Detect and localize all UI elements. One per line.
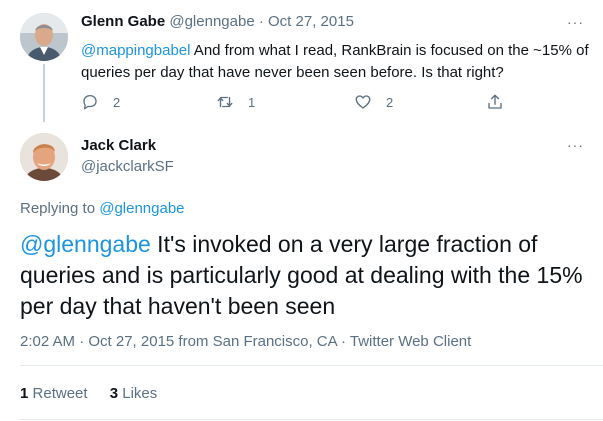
tweet-metadata[interactable]: 2:02 AM · Oct 27, 2015 from San Francisc… (20, 332, 471, 352)
reply-icon (83, 94, 97, 110)
avatar[interactable] (20, 133, 68, 181)
retweet-total: 1 (20, 385, 29, 402)
mention-link[interactable]: @glenngabe (20, 231, 151, 257)
avatar-image (20, 133, 68, 181)
retweet-button[interactable]: 1 (216, 92, 255, 112)
author-handle[interactable]: @glenngabe (169, 13, 254, 30)
tweet-date[interactable]: Oct 27, 2015 (268, 13, 354, 30)
replying-to: Replying to @glenngabe (20, 199, 185, 219)
like-button[interactable]: 2 (354, 92, 393, 112)
avatar-image (20, 13, 68, 61)
like-count: 2 (386, 94, 394, 110)
more-options-icon[interactable]: ··· (567, 137, 584, 153)
author-name[interactable]: Jack Clark (81, 136, 156, 156)
divider (20, 365, 603, 366)
engagement-stats: 1 Retweet 3 Likes (20, 384, 175, 404)
retweet-count: 1 (248, 94, 256, 110)
reply-tweet-header: Glenn Gabe @glenngabe · Oct 27, 2015 (81, 12, 354, 32)
reply-tweet[interactable]: Glenn Gabe @glenngabe · Oct 27, 2015 ···… (0, 0, 603, 122)
divider (20, 419, 603, 420)
reply-tweet-text: @mappingbabel And from what I read, Rank… (81, 40, 591, 84)
replying-to-link[interactable]: @glenngabe (99, 200, 184, 217)
replying-to-label: Replying to (20, 200, 100, 217)
reply-count: 2 (113, 94, 121, 110)
header-separator: · (258, 13, 264, 30)
share-button[interactable] (486, 92, 504, 112)
heart-icon (355, 95, 371, 109)
like-label: Likes (122, 385, 158, 402)
main-tweet-text: @glenngabe It's invoked on a very large … (20, 229, 595, 322)
thread-line (43, 64, 45, 122)
tweet-actions: 2 1 2 (81, 92, 511, 112)
more-options-icon[interactable]: ··· (567, 14, 584, 30)
share-icon (488, 94, 502, 109)
reply-button[interactable]: 2 (81, 92, 120, 112)
avatar[interactable] (20, 13, 68, 61)
author-name[interactable]: Glenn Gabe (81, 13, 165, 30)
retweets-stat[interactable]: 1 Retweet (20, 385, 88, 402)
retweet-label: Retweet (32, 385, 88, 402)
mention-link[interactable]: @mappingbabel (81, 42, 190, 59)
likes-stat[interactable]: 3 Likes (110, 385, 158, 402)
retweet-icon (217, 96, 233, 108)
like-total: 3 (109, 385, 119, 402)
author-handle[interactable]: @jackclarkSF (81, 157, 174, 177)
